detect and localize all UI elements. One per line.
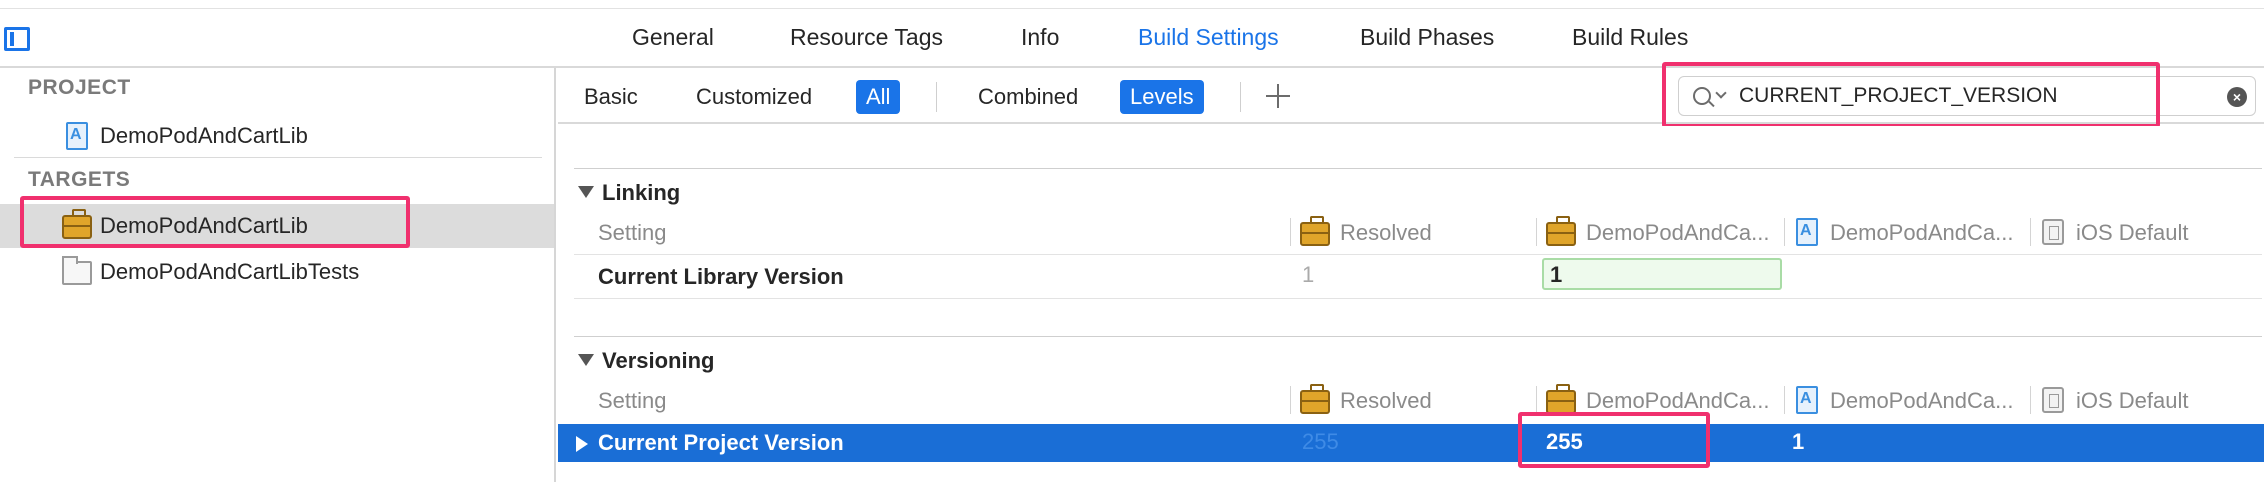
ios-device-icon — [2042, 219, 2064, 245]
build-settings-table: Linking Setting Resolved DemoPodAndCa...… — [558, 126, 2264, 482]
section-linking[interactable]: Linking — [578, 180, 680, 206]
briefcase-icon — [1300, 216, 1330, 246]
col-separator — [1784, 218, 1785, 246]
row-separator — [574, 298, 2262, 299]
settings-search-field[interactable]: × — [1678, 76, 2256, 116]
filter-all-button[interactable]: All — [856, 80, 901, 114]
col-header-setting: Setting — [598, 220, 667, 245]
briefcase-target-icon — [62, 209, 92, 239]
section-title: Versioning — [602, 348, 715, 373]
project-value[interactable]: 1 — [1792, 429, 1804, 455]
col-header-setting: Setting — [598, 388, 667, 413]
col-separator — [2030, 386, 2031, 414]
tab-list: General Resource Tags Info Build Setting… — [0, 0, 2264, 68]
tab-build-rules[interactable]: Build Rules — [1572, 24, 1688, 51]
section-rule — [574, 168, 2262, 169]
search-input[interactable] — [1739, 82, 2199, 110]
app-project-icon — [1796, 218, 1818, 246]
col-separator — [1536, 386, 1537, 414]
sidebar-divider — [14, 157, 542, 158]
project-navigator: PROJECT DemoPodAndCartLib TARGETS DemoPo… — [0, 68, 556, 482]
briefcase-icon — [1300, 384, 1330, 414]
filter-basic-button[interactable]: Basic — [574, 80, 648, 114]
col-header-target: DemoPodAndCa... — [1586, 220, 1770, 245]
resolved-value: 255 — [1302, 429, 1339, 454]
filter-combined-button[interactable]: Combined — [968, 80, 1088, 114]
col-separator — [1536, 218, 1537, 246]
col-separator — [2030, 218, 2031, 246]
expand-triangle-icon[interactable] — [576, 436, 588, 452]
sidebar-item-target-tests[interactable]: DemoPodAndCartLibTests — [0, 250, 554, 294]
tab-resource-tags[interactable]: Resource Tags — [790, 24, 943, 51]
col-header-resolved: Resolved — [1340, 388, 1432, 413]
ios-device-icon — [2042, 387, 2064, 413]
sidebar-item-label: DemoPodAndCartLib — [100, 213, 308, 238]
app-project-icon — [1796, 386, 1818, 414]
col-separator — [1290, 386, 1291, 414]
section-versioning[interactable]: Versioning — [578, 348, 714, 374]
add-setting-plus-icon[interactable] — [1264, 82, 1292, 110]
setting-row-current-project-version[interactable]: Current Project Version 255 255 1 — [558, 424, 2264, 462]
target-value-field[interactable]: 1 — [1542, 258, 1782, 290]
targets-section-header: TARGETS — [28, 168, 131, 191]
sidebar-item-project[interactable]: DemoPodAndCartLib — [0, 114, 554, 158]
tab-general[interactable]: General — [632, 24, 714, 51]
app-project-icon — [66, 122, 88, 150]
col-header-default: iOS Default — [2076, 388, 2189, 413]
disclosure-triangle-icon[interactable] — [578, 354, 594, 367]
resolved-value: 1 — [1302, 262, 1315, 287]
tab-build-settings[interactable]: Build Settings — [1138, 24, 1279, 51]
project-section-header: PROJECT — [28, 76, 131, 99]
search-icon[interactable] — [1693, 87, 1711, 105]
section-rule — [574, 336, 2262, 337]
clear-search-icon[interactable]: × — [2227, 87, 2247, 107]
col-header-project: DemoPodAndCa... — [1830, 388, 2014, 413]
target-value[interactable]: 255 — [1546, 429, 1583, 455]
col-header-resolved: Resolved — [1340, 220, 1432, 245]
disclosure-triangle-icon[interactable] — [578, 186, 594, 199]
filter-customized-button[interactable]: Customized — [686, 80, 822, 114]
col-header-default: iOS Default — [2076, 220, 2189, 245]
sidebar-item-target-selected[interactable]: DemoPodAndCartLib — [0, 204, 554, 248]
col-separator — [1290, 218, 1291, 246]
filter-levels-button[interactable]: Levels — [1120, 80, 1204, 114]
filter-separator — [936, 82, 937, 112]
sidebar-item-label: DemoPodAndCartLibTests — [100, 259, 360, 284]
editor-tab-bar: General Resource Tags Info Build Setting… — [0, 0, 2264, 68]
filter-separator — [1240, 82, 1241, 112]
test-bundle-icon — [62, 256, 92, 285]
briefcase-icon — [1546, 216, 1576, 246]
col-header-project: DemoPodAndCa... — [1830, 220, 2014, 245]
setting-current-library-version[interactable]: Current Library Version — [598, 264, 844, 290]
briefcase-icon — [1546, 384, 1576, 414]
row-separator — [574, 254, 2262, 255]
col-header-target: DemoPodAndCa... — [1586, 388, 1770, 413]
section-title: Linking — [602, 180, 681, 205]
tab-info[interactable]: Info — [1021, 24, 1059, 51]
sidebar-item-label: DemoPodAndCartLib — [100, 123, 308, 148]
tab-build-phases[interactable]: Build Phases — [1360, 24, 1494, 51]
setting-current-project-version: Current Project Version — [598, 430, 844, 455]
col-separator — [1784, 386, 1785, 414]
build-settings-filter-bar: Basic Customized All Combined Levels × — [558, 62, 2264, 128]
chevron-down-icon[interactable] — [1715, 87, 1727, 99]
